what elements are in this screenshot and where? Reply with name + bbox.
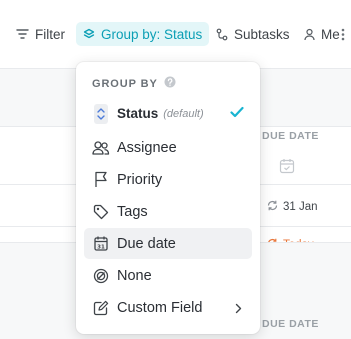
- me-label: Me: [321, 26, 340, 42]
- menu-item-tags[interactable]: Tags: [84, 196, 252, 227]
- menu-item-label: Status: [117, 106, 159, 121]
- recurring-icon: [266, 199, 279, 215]
- menu-item-label: Priority: [117, 171, 163, 188]
- chevron-right-icon: [235, 302, 242, 318]
- custom-field-icon: [86, 300, 116, 316]
- subtasks-icon: [216, 28, 228, 41]
- menu-title: GROUP BY: [92, 77, 158, 90]
- filter-label: Filter: [35, 26, 65, 42]
- more-options-icon[interactable]: [341, 22, 345, 46]
- checkmark-icon: [230, 106, 244, 122]
- none-icon: [86, 268, 116, 284]
- menu-item-label: Due date: [117, 235, 176, 252]
- calendar-icon: 31: [86, 236, 116, 251]
- menu-item-label: Assignee: [117, 139, 177, 156]
- help-icon[interactable]: [164, 76, 176, 91]
- menu-item-assignee[interactable]: Assignee: [84, 132, 252, 163]
- due-date-cell[interactable]: 31 Jan: [266, 199, 318, 215]
- subtasks-label: Subtasks: [234, 26, 290, 42]
- menu-item-priority[interactable]: Priority: [84, 164, 252, 195]
- menu-item-none[interactable]: None: [84, 260, 252, 291]
- group-by-menu: GROUP BY Status (default) Assignee Prior…: [76, 62, 260, 334]
- menu-item-status[interactable]: Status (default): [84, 98, 252, 129]
- layers-icon: [83, 28, 95, 41]
- menu-header: GROUP BY: [92, 76, 176, 91]
- people-icon: [86, 140, 116, 156]
- due-date-column-header[interactable]: DUE DATE: [262, 130, 319, 142]
- me-filter-button[interactable]: Me: [304, 22, 340, 46]
- status-updown-icon: [94, 103, 108, 124]
- flag-icon: [86, 171, 116, 188]
- menu-item-label: None: [117, 267, 152, 284]
- group-by-label: Group by: Status: [101, 26, 203, 42]
- tag-icon: [86, 204, 116, 220]
- user-icon: [304, 28, 315, 41]
- due-date-value: 31 Jan: [283, 201, 318, 213]
- group-by-button[interactable]: Group by: Status: [76, 22, 210, 46]
- default-note: (default): [163, 107, 204, 120]
- due-date-column-header[interactable]: DUE DATE: [262, 318, 319, 330]
- menu-item-label: Custom Field: [117, 299, 203, 316]
- filter-button[interactable]: Filter: [16, 22, 65, 46]
- menu-item-due-date[interactable]: 31 Due date: [84, 228, 252, 259]
- menu-item-custom-field[interactable]: Custom Field: [84, 292, 252, 323]
- subtasks-button[interactable]: Subtasks: [216, 22, 290, 46]
- calendar-placeholder-icon[interactable]: [279, 158, 295, 179]
- svg-text:31: 31: [97, 244, 105, 250]
- menu-item-label: Tags: [117, 203, 148, 220]
- view-toolbar: Filter Group by: Status Subtasks Me: [0, 0, 351, 68]
- filter-icon: [16, 28, 29, 40]
